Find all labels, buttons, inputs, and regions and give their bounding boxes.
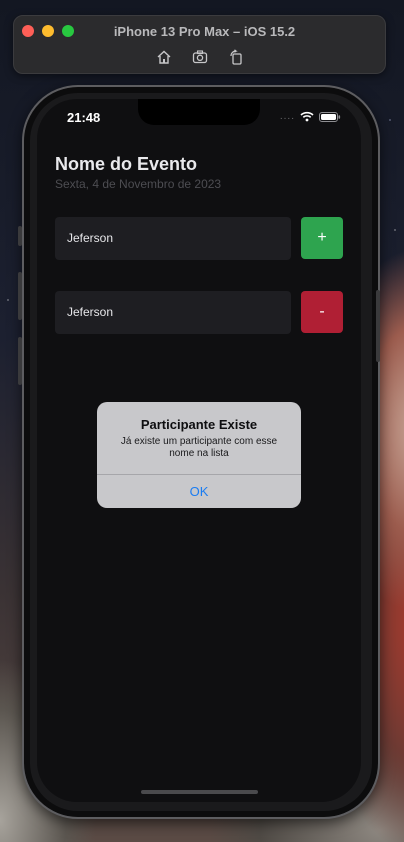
participant-name-label: Jeferson bbox=[55, 291, 291, 334]
event-title: Nome do Evento bbox=[55, 154, 198, 174]
volume-down-button bbox=[18, 337, 22, 385]
signal-indicator: .... bbox=[279, 110, 295, 122]
status-time: 21:48 bbox=[67, 110, 101, 125]
home-icon[interactable] bbox=[156, 49, 172, 65]
alert-message: Já existe um participante com esse nome … bbox=[120, 436, 278, 459]
simulator-titlebar: iPhone 13 Pro Max – iOS 15.2 bbox=[13, 15, 386, 74]
add-participant-button[interactable]: + bbox=[301, 217, 343, 259]
battery-icon bbox=[319, 111, 341, 122]
alert-title: Participante Existe bbox=[140, 417, 258, 432]
simulator-title: iPhone 13 Pro Max – iOS 15.2 bbox=[113, 24, 296, 39]
power-button bbox=[376, 290, 380, 362]
wifi-icon bbox=[300, 111, 314, 122]
screenshot-icon[interactable] bbox=[192, 49, 208, 65]
participant-name-input[interactable]: Jeferson bbox=[55, 217, 291, 260]
notch bbox=[138, 99, 260, 125]
alert-ok-button[interactable]: OK bbox=[97, 475, 301, 508]
mute-switch bbox=[18, 226, 22, 246]
rotate-icon[interactable] bbox=[228, 49, 244, 65]
participant-row: Jeferson + bbox=[55, 217, 343, 260]
volume-up-button bbox=[18, 272, 22, 320]
participant-row: Jeferson - bbox=[55, 291, 343, 334]
event-date: Sexta, 4 de Novembro de 2023 bbox=[55, 177, 222, 191]
remove-participant-button[interactable]: - bbox=[301, 291, 343, 333]
alert-dialog: Participante Existe Já existe um partici… bbox=[97, 402, 301, 508]
phone-screen: 21:48 .... Nome do Evento Sexta, 4 de No… bbox=[37, 99, 361, 802]
status-icons: .... bbox=[280, 111, 341, 122]
home-indicator[interactable] bbox=[141, 790, 258, 794]
